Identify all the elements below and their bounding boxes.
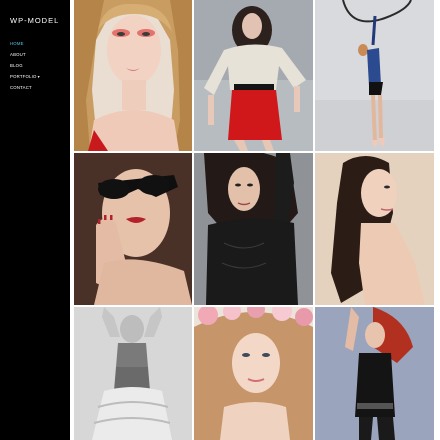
- photo-image: [74, 307, 192, 440]
- nav-item-label: HOME: [10, 41, 24, 46]
- nav-item-label: ABOUT: [10, 52, 26, 57]
- nav-item-label: CONTACT: [10, 85, 32, 90]
- gallery-photo[interactable]: [315, 307, 434, 440]
- photo-image: [194, 307, 313, 440]
- photo-image: [74, 0, 192, 151]
- nav-item-label: BLOG: [10, 63, 23, 68]
- nav-item-blog[interactable]: BLOG: [10, 60, 40, 71]
- sidebar: WP-MODEL HOME ABOUT BLOG PORTFOLIO▾ CONT…: [0, 0, 70, 440]
- nav-item-portfolio[interactable]: PORTFOLIO▾: [10, 71, 40, 82]
- photo-image: [315, 0, 434, 151]
- nav-item-contact[interactable]: CONTACT: [10, 82, 40, 93]
- gallery-photo[interactable]: [315, 153, 434, 305]
- site-title[interactable]: WP-MODEL: [10, 16, 59, 25]
- main-nav: HOME ABOUT BLOG PORTFOLIO▾ CONTACT: [10, 38, 40, 93]
- portfolio-grid: [74, 0, 440, 440]
- gallery-photo[interactable]: [194, 153, 313, 305]
- gallery-photo[interactable]: [315, 0, 434, 151]
- photo-image: [315, 153, 434, 305]
- chevron-down-icon: ▾: [37, 74, 40, 79]
- gallery-photo[interactable]: [74, 0, 192, 151]
- gallery-photo[interactable]: [74, 307, 192, 440]
- gallery-photo[interactable]: [74, 153, 192, 305]
- gallery-photo[interactable]: [194, 307, 313, 440]
- photo-image: [194, 0, 313, 151]
- gallery-photo[interactable]: [194, 0, 313, 151]
- nav-item-label: PORTFOLIO: [10, 74, 37, 79]
- photo-image: [74, 153, 192, 305]
- photo-image: [315, 307, 434, 440]
- nav-item-about[interactable]: ABOUT: [10, 49, 40, 60]
- photo-image: [194, 153, 313, 305]
- nav-item-home[interactable]: HOME: [10, 38, 40, 49]
